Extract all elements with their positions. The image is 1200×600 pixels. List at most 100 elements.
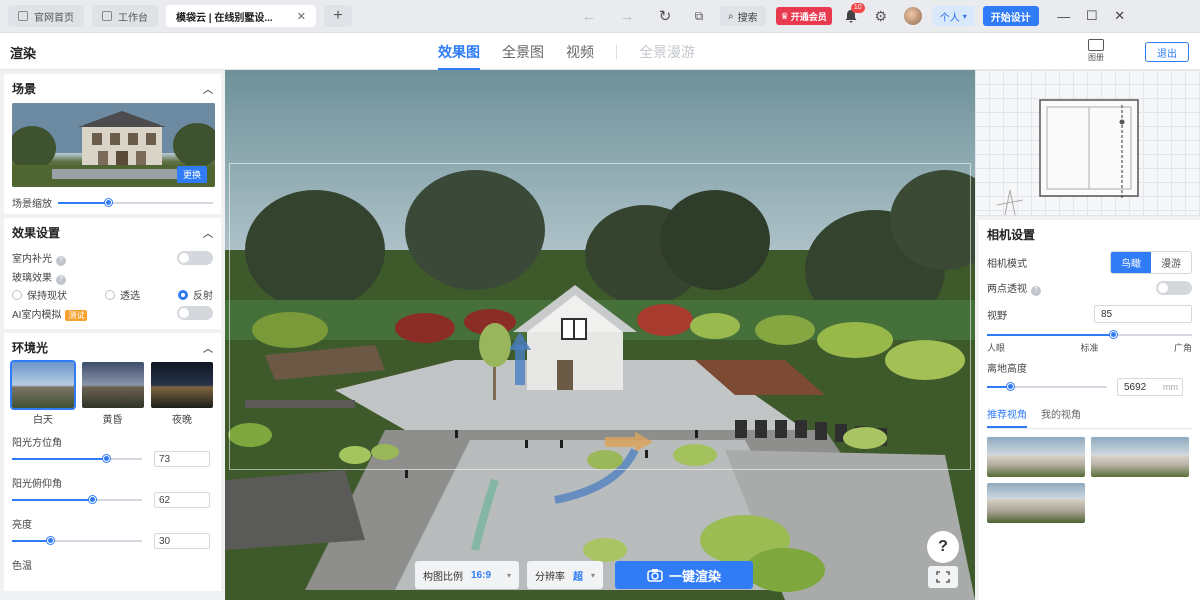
effects-header[interactable]: 效果设置 ︿: [12, 224, 213, 241]
resolution-value: 超: [573, 571, 584, 583]
preset-label: 白天: [33, 415, 53, 426]
sun-elevation-input[interactable]: 62: [154, 492, 210, 508]
help-icon[interactable]: ?: [56, 275, 66, 285]
notification-badge: 10: [850, 3, 865, 13]
slider-knob[interactable]: [1007, 383, 1014, 390]
slider-knob[interactable]: [47, 537, 54, 544]
close-icon[interactable]: ✕: [297, 10, 306, 23]
indoor-light-toggle[interactable]: [177, 251, 213, 265]
settings-icon[interactable]: ⚙: [868, 8, 894, 25]
search-button[interactable]: ⌕ 搜索: [720, 6, 766, 26]
tab-official-home[interactable]: 官网首页: [8, 5, 84, 27]
tab-active-design[interactable]: 模袋云 | 在线别墅设... ✕: [166, 5, 316, 27]
preset-dusk[interactable]: [81, 362, 144, 408]
album-button[interactable]: 图册: [1088, 39, 1104, 63]
sun-azimuth-input[interactable]: 73: [154, 451, 210, 467]
slider-fill: [12, 458, 107, 460]
view-thumbnail[interactable]: [987, 483, 1085, 523]
view-thumbnail[interactable]: [987, 437, 1085, 477]
scene-thumbnail[interactable]: 更换: [12, 103, 215, 187]
mode-walkthrough[interactable]: 漫游: [1151, 252, 1191, 273]
refresh-icon[interactable]: ↻: [652, 7, 678, 25]
plus-icon: +: [333, 7, 343, 24]
resolution-dropdown[interactable]: 分辨率 超 ▾: [527, 561, 604, 589]
brightness-slider[interactable]: [12, 535, 142, 547]
minimize-icon[interactable]: —: [1053, 9, 1075, 24]
aspect-ratio-dropdown[interactable]: 构图比例 16:9 ▾: [415, 561, 520, 589]
tab-label: 官网首页: [34, 12, 74, 24]
height-input[interactable]: 5692 mm: [1117, 378, 1183, 396]
exit-button[interactable]: 退出: [1145, 42, 1189, 62]
preset-daytime[interactable]: [10, 360, 76, 410]
help-icon[interactable]: ?: [1031, 286, 1041, 296]
scene-scale-slider[interactable]: [58, 197, 213, 209]
tab-my-views[interactable]: 我的视角: [1041, 406, 1081, 428]
tab-workbench[interactable]: 工作台: [92, 5, 158, 27]
slider-knob[interactable]: [1110, 331, 1118, 338]
tab-video[interactable]: 视频: [566, 33, 594, 70]
option-label: 保持现状: [27, 291, 67, 302]
account-dropdown[interactable]: 个人 ▾: [931, 6, 975, 26]
ambient-header[interactable]: 环境光 ︿: [12, 339, 213, 356]
tab-recommended-views[interactable]: 推荐视角: [987, 406, 1027, 428]
window-close-icon[interactable]: ✕: [1109, 8, 1131, 24]
slider-knob[interactable]: [88, 496, 96, 503]
mode-birdseye[interactable]: 鸟瞰: [1111, 251, 1151, 273]
preset-night[interactable]: [151, 362, 213, 408]
new-tab-button[interactable]: +: [324, 5, 352, 27]
help-button[interactable]: ?: [927, 531, 959, 563]
option-label: 透选: [120, 291, 140, 302]
help-icon[interactable]: ?: [56, 256, 66, 266]
floor-plan-minimap[interactable]: [975, 70, 1200, 216]
resolution-label: 分辨率: [535, 571, 566, 583]
one-click-render-button[interactable]: 一键渲染: [615, 561, 754, 589]
tab-panorama[interactable]: 全景图: [502, 33, 544, 70]
change-scene-button[interactable]: 更换: [176, 166, 207, 183]
tab-label: 工作台: [118, 12, 148, 24]
slider-knob[interactable]: [102, 455, 110, 462]
tab-panorama-tour[interactable]: 全景漫游: [639, 33, 695, 70]
vip-button[interactable]: ♛ 开通会员: [775, 7, 832, 25]
two-point-toggle[interactable]: [1156, 281, 1192, 295]
forward-icon[interactable]: →: [614, 8, 640, 25]
test-badge: 测试: [65, 309, 88, 321]
fov-slider[interactable]: [987, 329, 1192, 341]
ratio-value: 16:9: [471, 569, 492, 581]
brightness-input[interactable]: 30: [154, 533, 210, 549]
view-thumbnail[interactable]: [1091, 437, 1189, 477]
right-panel: 相机设置 相机模式 鸟瞰 漫游 两点透视? 视野 85 人眼 标准 广角 离地高…: [975, 70, 1200, 600]
fov-input[interactable]: 85: [1094, 305, 1192, 323]
slider-knob[interactable]: [105, 198, 113, 206]
glass-label: 玻璃效果: [12, 273, 52, 284]
effects-card: 效果设置 ︿ 室内补光? 玻璃效果? 保持现状 透选 反射 AI室内模拟 测试: [4, 218, 221, 329]
sun-elevation-slider[interactable]: [12, 494, 142, 506]
fov-ticks: 人眼 标准 广角: [987, 341, 1192, 354]
notification-button[interactable]: 10: [844, 3, 865, 23]
back-icon[interactable]: ←: [576, 8, 602, 25]
sun-azimuth-slider[interactable]: [12, 453, 142, 465]
tick-label: 标准: [1080, 343, 1099, 353]
chevron-up-icon[interactable]: ︿: [203, 225, 213, 240]
glass-row: 玻璃效果?: [12, 269, 213, 285]
camera-mode-row: 相机模式 鸟瞰 漫游: [987, 249, 1192, 275]
height-slider[interactable]: [987, 381, 1107, 393]
render-toolbar: 构图比例 16:9 ▾ 分辨率 超 ▾ 一键渲染: [415, 561, 754, 589]
ambient-title: 环境光: [12, 341, 49, 355]
glass-option-transparent[interactable]: 透选: [105, 287, 140, 302]
glass-option-keep[interactable]: 保持现状: [12, 287, 67, 302]
start-design-button[interactable]: 开始设计: [982, 6, 1039, 26]
chevron-up-icon[interactable]: ︿: [203, 340, 213, 355]
3d-viewport[interactable]: 构图比例 16:9 ▾ 分辨率 超 ▾ 一键渲染 ?: [225, 70, 975, 600]
avatar[interactable]: [903, 7, 922, 25]
preset-label: 夜晚: [172, 415, 192, 426]
scene-header[interactable]: 场景 ︿: [12, 80, 213, 97]
header-bar: 渲染 效果图 全景图 视频 全景漫游 图册 退出: [0, 33, 1200, 70]
glass-option-reflect[interactable]: 反射: [178, 287, 213, 302]
height-label: 离地高度: [987, 363, 1027, 375]
chevron-up-icon[interactable]: ︿: [203, 81, 213, 96]
ai-indoor-toggle[interactable]: [177, 306, 213, 320]
maximize-icon[interactable]: ☐: [1081, 8, 1103, 24]
tab-effect-image[interactable]: 效果图: [438, 33, 480, 70]
fullscreen-button[interactable]: [928, 566, 958, 588]
copy-icon[interactable]: ⧉: [686, 9, 712, 24]
